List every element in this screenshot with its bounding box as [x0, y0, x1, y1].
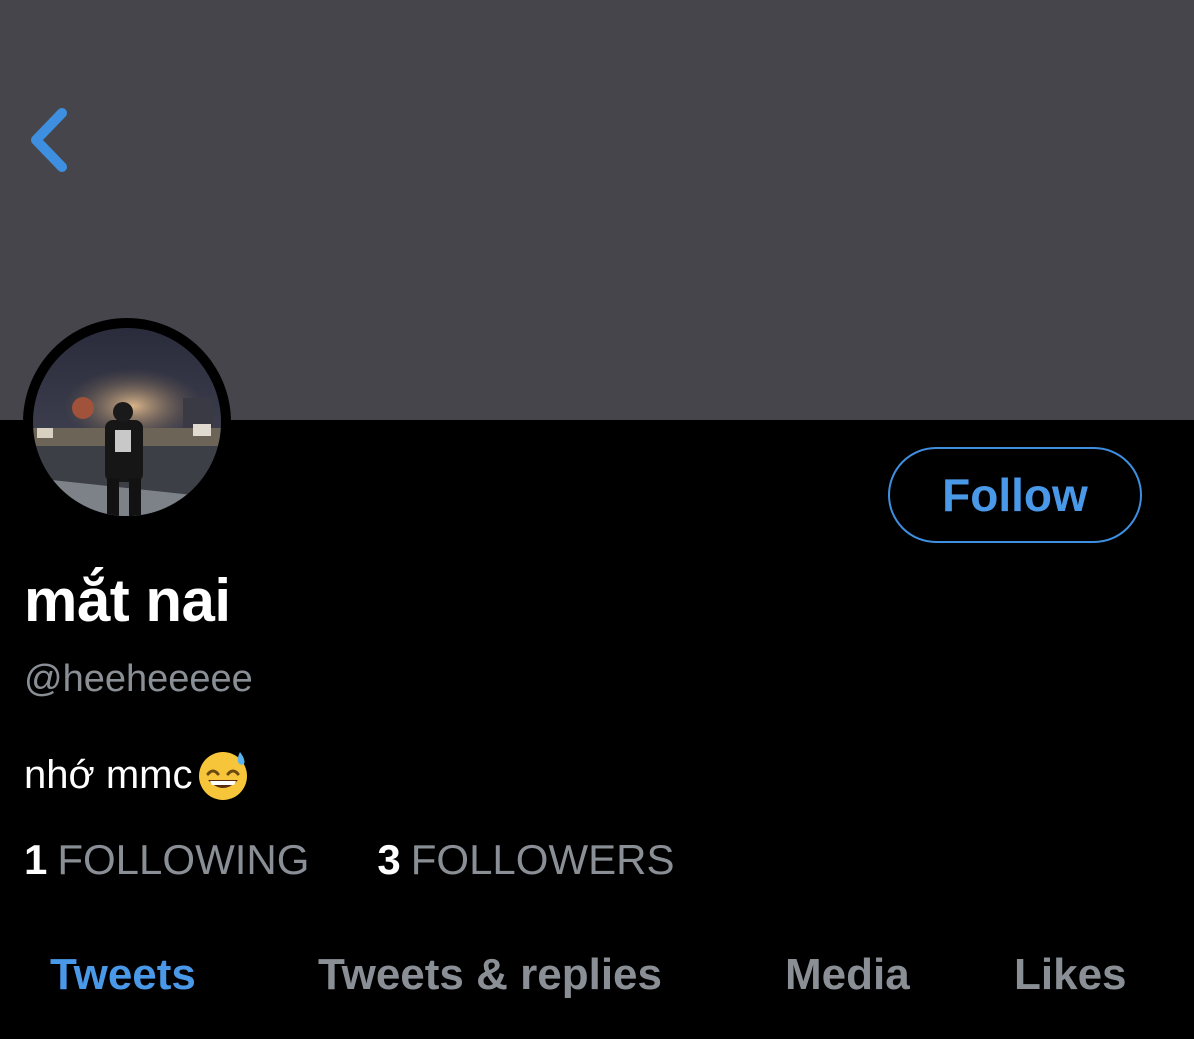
profile-stats: 1 FOLLOWING 3 FOLLOWERS — [24, 836, 674, 884]
avatar-image — [33, 328, 221, 516]
followers-count: 3 — [377, 836, 401, 883]
display-name: mắt nai — [24, 567, 231, 634]
following-label: FOLLOWING — [57, 836, 310, 883]
tab-tweets-and-replies[interactable]: Tweets & replies — [318, 950, 662, 1000]
profile-bio: nhớ mmc — [24, 748, 250, 802]
followers-stat[interactable]: 3 FOLLOWERS — [377, 836, 674, 884]
tab-likes[interactable]: Likes — [1014, 950, 1127, 1000]
followers-label: FOLLOWERS — [410, 836, 675, 883]
back-button[interactable] — [18, 100, 78, 180]
profile-tabs: Tweets Tweets & replies Media Likes — [0, 950, 1194, 1010]
follow-button[interactable]: Follow — [888, 447, 1142, 543]
user-handle: @heeheeeee — [24, 658, 253, 700]
bio-text: nhớ mmc — [24, 752, 193, 797]
following-count: 1 — [24, 836, 48, 883]
tab-tweets[interactable]: Tweets — [50, 950, 196, 1000]
tab-media[interactable]: Media — [785, 950, 910, 1000]
avatar[interactable] — [33, 328, 221, 516]
following-stat[interactable]: 1 FOLLOWING — [24, 836, 309, 884]
grinning-sweat-emoji-icon — [196, 748, 250, 802]
chevron-left-icon — [31, 108, 67, 172]
